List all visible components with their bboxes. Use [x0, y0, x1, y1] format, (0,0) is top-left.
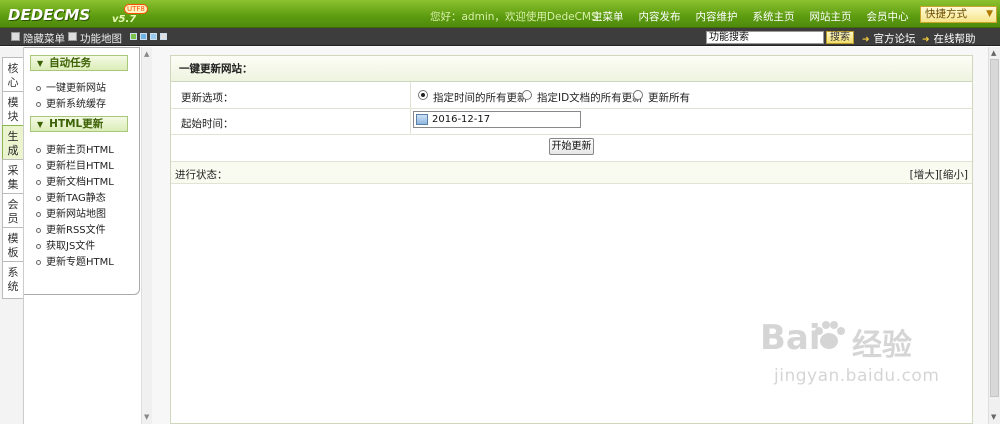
- skin-gray-icon[interactable]: [160, 33, 167, 40]
- tab-collect[interactable]: 采集: [2, 159, 23, 197]
- scrollbar-thumb[interactable]: [990, 59, 999, 397]
- start-time-label: 起始时间：: [181, 118, 234, 130]
- tab-member-label: 会员: [7, 198, 19, 225]
- scroll-down-icon[interactable]: ▼: [991, 413, 996, 421]
- menu-item-special-html[interactable]: 更新专题HTML: [36, 253, 114, 268]
- nav-site-home[interactable]: 网站主页: [810, 9, 852, 24]
- radio-all[interactable]: [633, 90, 643, 100]
- tab-module[interactable]: 模块: [2, 91, 23, 129]
- menu-scrollbar[interactable]: ▲ ▼: [141, 47, 152, 424]
- tab-generate[interactable]: 生成: [2, 125, 23, 163]
- search-button[interactable]: 搜索: [826, 31, 854, 44]
- paw-icon: [815, 321, 845, 349]
- menu-group-label: 自动任务: [49, 57, 92, 69]
- logo-text: DEDECMS: [8, 6, 91, 24]
- menu-group-auto-task[interactable]: ▼ 自动任务: [30, 55, 128, 71]
- scroll-down-icon[interactable]: ▼: [144, 413, 149, 421]
- tab-generate-label: 生成: [7, 130, 19, 157]
- arrow-icon: ➜: [922, 35, 930, 45]
- nav-system-home[interactable]: 系统主页: [753, 9, 795, 24]
- search-input[interactable]: 功能搜索: [706, 31, 824, 44]
- left-tab-strip: 核心 模块 生成 采集 会员 模板 系统: [0, 47, 24, 424]
- divider: [410, 82, 411, 109]
- left-menu-panel: ▼ 自动任务 一键更新网站 更新系统缓存 ▼ HTML更新 更新主页HTML 更新栏…: [24, 47, 140, 295]
- tab-template-label: 模板: [7, 232, 19, 259]
- panel-title: 一键更新网站：: [171, 56, 972, 82]
- menu-item-js[interactable]: 获取JS文件: [36, 237, 95, 252]
- arrow-icon: ➜: [862, 35, 870, 45]
- hide-menu-link[interactable]: 隐藏菜单: [23, 31, 65, 46]
- menu-group-label: HTML更新: [49, 118, 104, 130]
- start-update-button[interactable]: 开始更新: [549, 138, 594, 155]
- top-header: DEDECMS v5.7 UTF8 您好：admin，欢迎使用DedeCMS！ …: [0, 0, 1000, 28]
- top-nav: 主菜单 内容发布 内容维护 系统主页 网站主页 会员中心 注销: [592, 9, 960, 24]
- nav-main-menu[interactable]: 主菜单: [592, 9, 624, 24]
- update-options-row: 更新选项： 指定时间的所有更新 指定ID文档的所有更新 更新所有: [171, 82, 972, 109]
- scroll-up-icon[interactable]: ▲: [144, 50, 149, 58]
- forum-label: 官方论坛: [873, 33, 916, 45]
- tab-member[interactable]: 会员: [2, 193, 23, 231]
- collapse-icon: ▼: [37, 59, 44, 68]
- tab-template[interactable]: 模板: [2, 227, 23, 265]
- quick-menu-dropdown[interactable]: 快捷方式 ▼: [920, 6, 997, 23]
- nav-content-publish[interactable]: 内容发布: [639, 9, 681, 24]
- menu-item-tag-static[interactable]: 更新TAG静态: [36, 189, 106, 204]
- baidu-watermark: Bai 经验 jingyan.baidu.com: [760, 318, 960, 418]
- forum-link[interactable]: ➜ 官方论坛: [862, 31, 916, 46]
- calendar-icon[interactable]: [416, 114, 428, 125]
- nav-content-maintain[interactable]: 内容维护: [696, 9, 738, 24]
- sitemap-link[interactable]: 功能地图: [80, 31, 122, 46]
- shrink-link[interactable]: [缩小]: [939, 169, 968, 181]
- menu-group-html-update[interactable]: ▼ HTML更新: [30, 116, 128, 132]
- skin-green-icon[interactable]: [130, 33, 137, 40]
- dedecms-logo: DEDECMS v5.7 UTF8: [8, 4, 148, 26]
- sitemap-icon: [68, 32, 77, 41]
- menu-item-doc-html[interactable]: 更新文档HTML: [36, 173, 114, 188]
- menu-item-sitemap[interactable]: 更新网站地图: [36, 205, 106, 220]
- skin-lightblue-icon[interactable]: [150, 33, 157, 40]
- tab-collect-label: 采集: [7, 164, 19, 191]
- divider: [410, 109, 411, 135]
- watermark-brand2: 经验: [852, 328, 912, 363]
- menu-item-home-html[interactable]: 更新主页HTML: [36, 141, 114, 156]
- radio-by-time-label: 指定时间的所有更新: [433, 92, 528, 104]
- size-controls: [增大][缩小]: [910, 167, 968, 182]
- menu-item-update-cache[interactable]: 更新系统缓存: [36, 95, 106, 110]
- help-label: 在线帮助: [933, 33, 976, 45]
- progress-status-bar: 进行状态： [增大][缩小]: [171, 161, 972, 184]
- date-input[interactable]: 2016-12-17: [413, 111, 581, 128]
- help-link[interactable]: ➜ 在线帮助: [922, 31, 976, 46]
- radio-by-time[interactable]: [418, 90, 428, 100]
- tab-system[interactable]: 系统: [2, 261, 23, 299]
- logo-version: v5.7: [112, 14, 137, 25]
- tab-module-label: 模块: [7, 96, 19, 123]
- radio-by-id[interactable]: [522, 90, 532, 100]
- quick-menu-label: 快捷方式: [925, 8, 967, 20]
- chevron-down-icon: ▼: [986, 9, 993, 19]
- radio-by-id-label: 指定ID文档的所有更新: [537, 92, 643, 104]
- update-options-label: 更新选项：: [181, 92, 234, 104]
- menu-item-rss[interactable]: 更新RSS文件: [36, 221, 106, 236]
- tab-core[interactable]: 核心: [2, 57, 23, 95]
- main-scrollbar[interactable]: ▲ ▼: [988, 47, 1000, 424]
- menu-item-column-html[interactable]: 更新栏目HTML: [36, 157, 114, 172]
- enlarge-link[interactable]: [增大]: [910, 169, 939, 181]
- welcome-text: 您好：admin，欢迎使用DedeCMS！: [430, 11, 609, 23]
- tab-system-label: 系统: [7, 266, 19, 293]
- tab-core-label: 核心: [7, 62, 19, 89]
- collapse-icon: ▼: [37, 120, 44, 129]
- hide-menu-icon: [11, 32, 20, 41]
- progress-status-label: 进行状态：: [175, 169, 228, 181]
- menu-item-update-site[interactable]: 一键更新网站: [36, 79, 106, 94]
- scroll-up-icon[interactable]: ▲: [991, 49, 996, 57]
- nav-member-center[interactable]: 会员中心: [867, 9, 909, 24]
- utf8-badge: UTF8: [124, 4, 148, 14]
- watermark-url: jingyan.baidu.com: [774, 366, 940, 386]
- radio-all-label: 更新所有: [648, 92, 690, 104]
- skin-blue-icon[interactable]: [140, 33, 147, 40]
